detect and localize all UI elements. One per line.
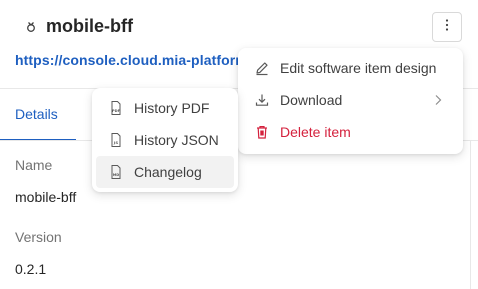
name-value: mobile-bff [15, 189, 77, 205]
software-item-icon [24, 20, 38, 34]
name-label: Name [15, 157, 53, 173]
panel-divider [470, 141, 471, 289]
menu-item-label: History PDF [134, 100, 210, 116]
trash-icon [254, 124, 270, 140]
json-file-icon: JS [108, 132, 124, 148]
menu-item-history-pdf[interactable]: PDF History PDF [96, 92, 234, 124]
menu-item-label: Edit software item design [280, 60, 437, 76]
download-submenu: PDF History PDF JS History JSON MD Chang… [92, 88, 238, 192]
edit-icon [254, 60, 270, 76]
menu-item-changelog[interactable]: MD Changelog [96, 156, 234, 188]
version-label: Version [15, 229, 62, 245]
pdf-badge: PDF [112, 109, 121, 113]
json-badge: JS [113, 140, 118, 145]
menu-item-download[interactable]: Download [242, 84, 459, 116]
menu-item-label: Download [280, 92, 343, 108]
download-icon [254, 92, 270, 108]
page-title: mobile-bff [46, 16, 133, 36]
version-value: 0.2.1 [15, 261, 47, 277]
title-row: mobile-bff [24, 16, 133, 37]
pdf-file-icon: PDF [108, 100, 124, 116]
menu-item-edit-design[interactable]: Edit software item design [242, 52, 459, 84]
kebab-menu-icon [445, 18, 449, 37]
chevron-right-icon [431, 93, 445, 107]
menu-item-label: History JSON [134, 132, 219, 148]
more-actions-button[interactable] [432, 12, 462, 42]
markdown-file-icon: MD [108, 164, 124, 180]
tab-details[interactable]: Details [15, 106, 58, 122]
menu-item-label: Delete item [280, 124, 351, 140]
actions-menu: Edit software item design Download Delet… [238, 48, 463, 154]
menu-item-label: Changelog [134, 164, 202, 180]
md-badge: MD [113, 173, 120, 177]
console-link[interactable]: https://console.cloud.mia-platform.eu/ [15, 52, 245, 68]
menu-item-history-json[interactable]: JS History JSON [96, 124, 234, 156]
menu-item-delete[interactable]: Delete item [242, 116, 459, 148]
